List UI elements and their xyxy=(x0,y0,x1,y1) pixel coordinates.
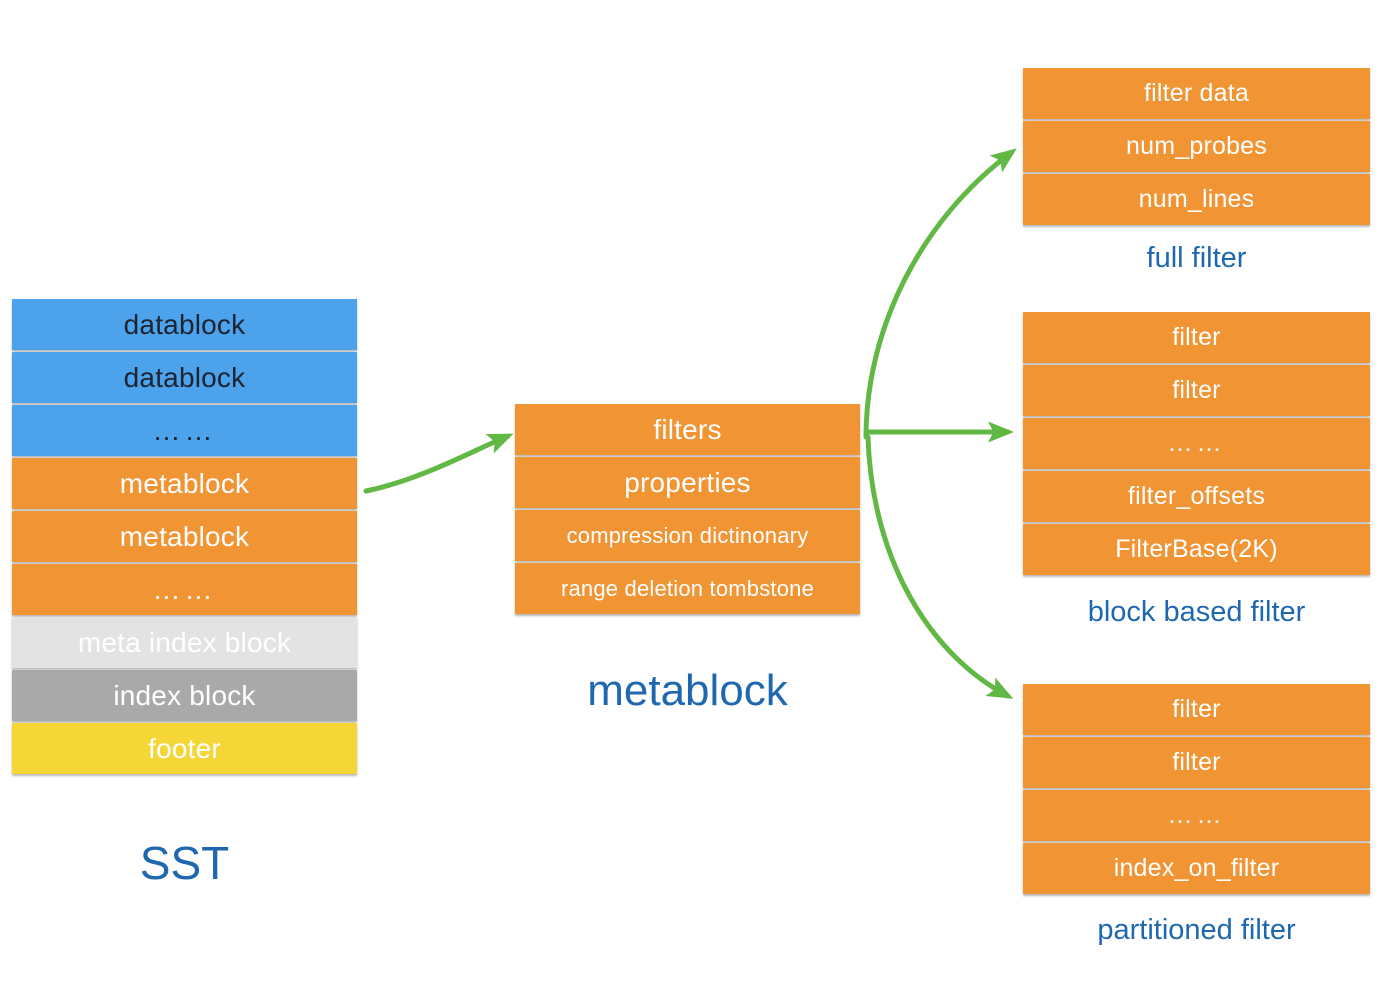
partitioned-filter-row-filter-2[interactable]: filter xyxy=(1023,737,1370,788)
sst-block-datablock-ellipsis[interactable]: …… xyxy=(12,405,357,456)
sst-block-label: datablock xyxy=(123,361,246,393)
block-based-filter-row-ellipsis[interactable]: …… xyxy=(1023,418,1370,469)
sst-block-label: …… xyxy=(152,414,217,446)
metablock-row-filters[interactable]: filters xyxy=(515,404,860,455)
sst-block-label: footer xyxy=(148,732,221,764)
metablock-row-properties[interactable]: properties xyxy=(515,457,860,508)
sst-block-label: …… xyxy=(152,573,217,605)
full-filter-row-label: filter data xyxy=(1143,79,1250,107)
metablock-row-label: filters xyxy=(653,413,722,445)
arrow-filters-to-full-filter xyxy=(863,148,1017,440)
partitioned-filter-row-filter-1[interactable]: filter xyxy=(1023,684,1370,735)
partitioned-filter-row-label: …… xyxy=(1167,801,1226,829)
sst-block-label: metablock xyxy=(119,520,250,552)
partitioned-filter-row-index-on-filter[interactable]: index_on_filter xyxy=(1023,843,1370,894)
block-based-filter-row-filter-2[interactable]: filter xyxy=(1023,365,1370,416)
metablock-row-compression-dictionary[interactable]: compression dictinonary xyxy=(515,510,860,561)
sst-caption: SST xyxy=(139,837,230,889)
block-based-filter-row-label: filter xyxy=(1172,323,1221,351)
metablock-block-stack: filters properties compression dictinona… xyxy=(515,404,860,614)
full-filter-row-label: num_lines xyxy=(1138,185,1255,213)
full-filter-block-stack: filter data num_probes num_lines xyxy=(1023,68,1370,225)
arrow-sst-to-metablock xyxy=(363,433,514,494)
block-based-filter-row-filterbase[interactable]: FilterBase(2K) xyxy=(1023,524,1370,575)
block-based-filter-row-filter-1[interactable]: filter xyxy=(1023,312,1370,363)
diagram-canvas: datablock datablock …… metablock metablo… xyxy=(0,0,1400,997)
full-filter-row-num-probes[interactable]: num_probes xyxy=(1023,121,1370,172)
block-based-filter-caption: block based filter xyxy=(1087,596,1306,628)
sst-block-label: index block xyxy=(113,679,256,711)
block-based-filter-row-label: …… xyxy=(1167,429,1226,457)
partitioned-filter-caption: partitioned filter xyxy=(1097,914,1296,946)
sst-block-datablock-2[interactable]: datablock xyxy=(12,352,357,403)
block-based-filter-row-filter-offsets[interactable]: filter_offsets xyxy=(1023,471,1370,522)
partitioned-filter-row-ellipsis[interactable]: …… xyxy=(1023,790,1370,841)
block-based-filter-row-label: filter xyxy=(1172,376,1221,404)
full-filter-row-filter-data[interactable]: filter data xyxy=(1023,68,1370,119)
sst-block-footer[interactable]: footer xyxy=(12,723,357,774)
full-filter-caption: full filter xyxy=(1146,242,1247,274)
partitioned-filter-row-label: filter xyxy=(1172,695,1221,723)
sst-block-meta-index-block[interactable]: meta index block xyxy=(12,617,357,668)
sst-block-datablock-1[interactable]: datablock xyxy=(12,299,357,350)
partitioned-filter-row-label: filter xyxy=(1172,748,1221,776)
full-filter-row-num-lines[interactable]: num_lines xyxy=(1023,174,1370,225)
metablock-row-range-deletion-tombstone[interactable]: range deletion tombstone xyxy=(515,563,860,614)
sst-block-label: metablock xyxy=(119,467,250,499)
metablock-row-label: compression dictinonary xyxy=(566,522,809,548)
block-based-filter-row-label: filter_offsets xyxy=(1127,482,1266,510)
block-based-filter-block-stack: filter filter …… filter_offsets FilterBa… xyxy=(1023,312,1370,575)
metablock-caption: metablock xyxy=(587,666,788,715)
sst-block-metablock-ellipsis[interactable]: …… xyxy=(12,564,357,615)
sst-block-metablock-2[interactable]: metablock xyxy=(12,511,357,562)
full-filter-row-label: num_probes xyxy=(1126,132,1267,160)
block-based-filter-row-label: FilterBase(2K) xyxy=(1115,535,1278,563)
partitioned-filter-block-stack: filter filter …… index_on_filter xyxy=(1023,684,1370,894)
sst-block-label: datablock xyxy=(123,308,246,340)
partitioned-filter-row-label: index_on_filter xyxy=(1113,854,1280,882)
sst-block-index-block[interactable]: index block xyxy=(12,670,357,721)
metablock-row-label: range deletion tombstone xyxy=(560,575,815,601)
sst-block-stack: datablock datablock …… metablock metablo… xyxy=(12,299,357,774)
sst-block-label: meta index block xyxy=(77,626,292,658)
sst-block-metablock-1[interactable]: metablock xyxy=(12,458,357,509)
metablock-row-label: properties xyxy=(624,466,751,498)
arrow-filters-to-partitioned-filter xyxy=(865,434,1014,699)
